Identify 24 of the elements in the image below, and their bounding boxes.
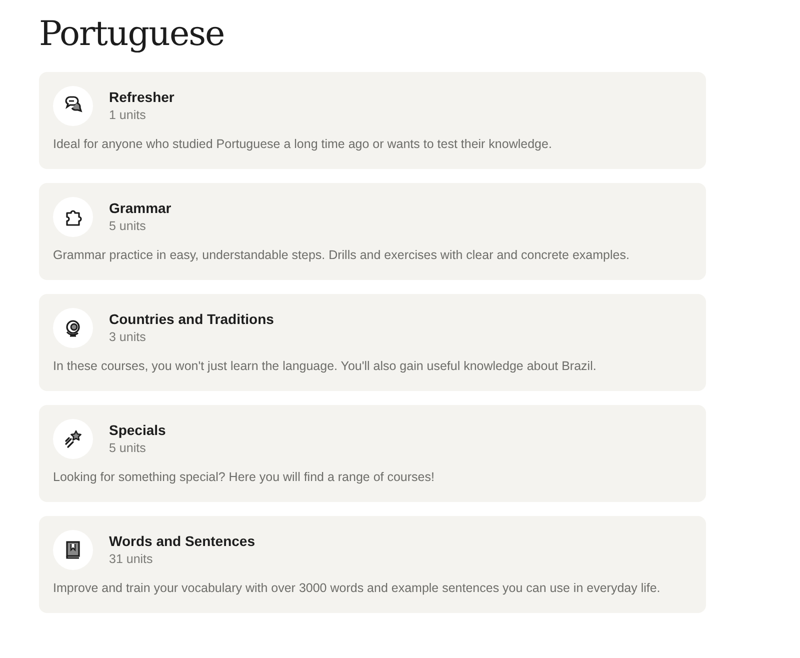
course-card[interactable]: Specials 5 units Looking for something special? Here you will find a range of courses! <box>39 404 706 502</box>
book-icon <box>63 540 83 560</box>
course-name: Countries and Traditions <box>109 310 274 328</box>
course-description: Ideal for anyone who studied Portuguese a long time ago or wants to test their knowledge. <box>53 136 553 153</box>
globe-icon <box>63 318 83 338</box>
course-card[interactable]: Refresher 1 units Ideal for anyone who studied Portuguese a long time ago or wants to test their knowledge. <box>39 72 706 169</box>
unit-count: 1 units <box>109 106 147 124</box>
course-card[interactable]: Countries and Traditions 3 units In these courses, you won't just learn the language. You'll also gain useful knowledge about Brazil. <box>39 294 706 391</box>
course-card[interactable]: Words and Sentences 31 units Improve and train your vocabulary with over 3000 words and example sentences you can use in everyday life. <box>39 516 706 613</box>
course-card[interactable]: Grammar 5 units Grammar practice in easy, understandable steps. Drills and exercises with clear and concrete examples. <box>39 182 706 280</box>
course-description: Improve and train your vocabulary with over 3000 words and example sentences you can use in everyday life. <box>53 580 662 597</box>
unit-count: 5 units <box>109 218 147 235</box>
unit-count: 31 units <box>109 550 154 568</box>
unit-count: 3 units <box>109 328 147 346</box>
shooting-star-icon <box>63 428 83 449</box>
page-title: Portuguese <box>39 14 226 55</box>
course-name: Specials <box>109 420 166 439</box>
course-description: Looking for something special? Here you will find a range of courses! <box>53 468 436 486</box>
course-name: Refresher <box>109 88 174 106</box>
course-description: Grammar practice in easy, understandable steps. Drills and exercises with clear and concrete examples. <box>53 246 630 264</box>
course-description: In these courses, you won't just learn the language. You'll also gain useful knowledge about Brazil. <box>53 358 598 375</box>
course-name: Words and Sentences <box>109 532 256 550</box>
unit-count: 5 units <box>109 440 147 457</box>
course-name: Grammar <box>109 198 172 217</box>
